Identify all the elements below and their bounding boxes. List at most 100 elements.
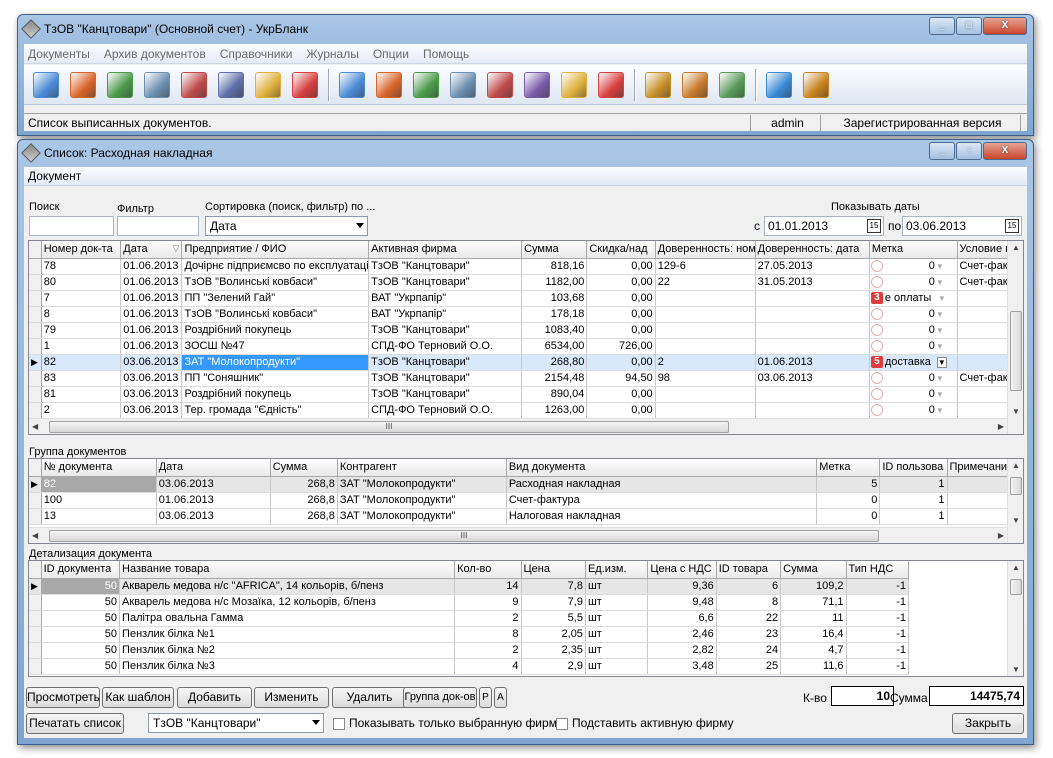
cell-discount[interactable]: 726,00 xyxy=(586,338,656,355)
sort-select[interactable]: Дата xyxy=(205,216,368,236)
cell-company[interactable]: Тер. громада "Єдність" xyxy=(181,402,370,419)
detail-cell[interactable]: Палітра овальна Гамма xyxy=(119,610,456,627)
table-row[interactable]: ▶ 82 03.06.2013 268,8 ЗАТ "Молокопродукти" Ра… xyxy=(29,476,1023,493)
detail-cell[interactable]: 16,4 xyxy=(780,626,847,643)
cell-sum[interactable]: 178,18 xyxy=(521,306,588,323)
cell-active-firm[interactable]: ВАТ "Укрпапір" xyxy=(368,290,523,307)
cell-mark[interactable]: 0▼ xyxy=(869,338,958,355)
group-cell[interactable]: ЗАТ "Молокопродукти" xyxy=(337,492,507,509)
detail-cell[interactable]: Акварель медова н/с Мозаїка, 12 кольорів… xyxy=(119,594,456,611)
group-docs-button[interactable]: Группа док-ов xyxy=(403,687,477,708)
group-cell[interactable]: 01.06.2013 xyxy=(156,492,271,509)
detail-cell[interactable]: 2 xyxy=(454,642,522,659)
cell-sum[interactable]: 6534,00 xyxy=(521,338,588,355)
cell-active-firm[interactable]: ТзОВ "Канцтовари" xyxy=(368,354,523,371)
delete-button[interactable]: Удалить xyxy=(332,687,407,708)
cell-proxy-date[interactable]: 01.06.2013 xyxy=(755,354,870,371)
cell-company[interactable]: Роздрібний покупець xyxy=(181,386,370,403)
detail-cell[interactable]: 9,48 xyxy=(647,594,717,611)
add-button[interactable]: Добавить xyxy=(177,687,252,708)
cell-proxy-date[interactable] xyxy=(755,322,870,339)
cell-number[interactable]: 82 xyxy=(41,354,122,371)
group-cell[interactable]: 100 xyxy=(41,492,157,509)
detail-cell[interactable]: 8 xyxy=(454,626,522,643)
detail-cell[interactable]: 4 xyxy=(454,658,522,675)
detail-cell[interactable]: -1 xyxy=(846,626,910,643)
checkmark-document-icon[interactable] xyxy=(289,69,321,101)
detail-cell[interactable]: 7,9 xyxy=(521,594,586,611)
detail-cell[interactable]: 2,82 xyxy=(647,642,717,659)
list-close-window-button[interactable]: X xyxy=(983,142,1027,160)
cell-discount[interactable]: 0,00 xyxy=(586,306,656,323)
a-button[interactable]: А xyxy=(494,687,507,708)
group-column-header[interactable]: № документа xyxy=(41,459,157,477)
detail-cell[interactable]: Пензлик білка №3 xyxy=(119,658,456,675)
group-cell[interactable]: 13 xyxy=(41,508,157,525)
cell-number[interactable]: 1 xyxy=(41,338,122,355)
cell-mark[interactable]: 0▼ xyxy=(869,386,958,403)
cell-discount[interactable]: 0,00 xyxy=(586,402,656,419)
sign-icon[interactable] xyxy=(521,69,553,101)
truck-2-icon[interactable] xyxy=(447,69,479,101)
detail-cell[interactable]: 22 xyxy=(716,610,782,627)
cell-active-firm[interactable]: ВАТ "Укрпапір" xyxy=(368,306,523,323)
calculator-icon[interactable] xyxy=(104,69,136,101)
cell-date[interactable]: 01.06.2013 xyxy=(120,258,183,275)
calculator-2-icon[interactable] xyxy=(410,69,442,101)
cell-proxy-number[interactable]: 2 xyxy=(655,354,756,371)
main-titlebar[interactable]: ТзОВ "Канцтовари" (Основной счет) - УкрБ… xyxy=(18,15,1033,43)
minimize-button[interactable]: _ xyxy=(929,17,955,35)
cell-proxy-number[interactable] xyxy=(655,386,756,403)
detail-cell[interactable]: 9,36 xyxy=(647,578,717,595)
detail-cell[interactable]: 11 xyxy=(780,610,847,627)
cell-proxy-date[interactable] xyxy=(755,386,870,403)
exit-door-icon[interactable] xyxy=(800,69,832,101)
group-cell[interactable]: 268,8 xyxy=(270,508,338,525)
detail-cell[interactable]: 4,7 xyxy=(780,642,847,659)
detail-cell[interactable]: -1 xyxy=(846,610,910,627)
detail-cell[interactable]: -1 xyxy=(846,642,910,659)
cell-proxy-date[interactable] xyxy=(755,290,870,307)
detail-cell[interactable]: 50 xyxy=(41,610,121,627)
detail-cell[interactable]: шт xyxy=(585,658,649,675)
group-cell[interactable]: 03.06.2013 xyxy=(156,508,271,525)
cell-active-firm[interactable]: ТзОВ "Канцтовари" xyxy=(368,386,523,403)
table-row[interactable]: 1 01.06.2013 ЗОСШ №47 СПД-ФО Терновий О.О. 6… xyxy=(29,338,1023,355)
cell-proxy-number[interactable]: 129-6 xyxy=(655,258,756,275)
maximize-button[interactable]: □ xyxy=(956,17,982,35)
cell-number[interactable]: 79 xyxy=(41,322,122,339)
cell-number[interactable]: 78 xyxy=(41,258,122,275)
chevron-down-icon[interactable]: ▼ xyxy=(935,278,945,287)
detail-cell[interactable]: 7,8 xyxy=(521,578,586,595)
detail-cell[interactable]: 50 xyxy=(41,642,121,659)
truck-delete-icon[interactable] xyxy=(178,69,210,101)
cell-company[interactable]: Дочірнє підприємсво по експлуатаці xyxy=(181,258,370,275)
cell-active-firm[interactable]: ТзОВ "Канцтовари" xyxy=(368,370,523,387)
docs-column-header[interactable]: Доверенность: дата xyxy=(755,241,870,259)
cell-company[interactable]: ТзОВ "Волинські ковбаси" xyxy=(181,274,370,291)
user-document-icon[interactable] xyxy=(252,69,284,101)
menu-item[interactable]: Опции xyxy=(373,47,409,61)
docs-column-header[interactable]: Метка xyxy=(869,241,958,259)
cell-date[interactable]: 03.06.2013 xyxy=(120,386,183,403)
detail-column-header[interactable]: ID документа xyxy=(41,561,121,579)
checkmark-document-2-icon[interactable] xyxy=(595,69,627,101)
table-row[interactable]: 80 01.06.2013 ТзОВ "Волинські ковбаси" ТзОВ… xyxy=(29,274,1023,291)
table-row[interactable]: 50 Пензлик білка №1 8 2,05 шт 2,46 23 16,4 -1 xyxy=(29,626,910,643)
menu-item[interactable]: Журналы xyxy=(306,47,358,61)
docs-column-header[interactable]: Сумма xyxy=(521,241,588,259)
filter-input[interactable] xyxy=(117,216,199,236)
list-restore-button[interactable]: ▫ xyxy=(956,142,982,160)
cell-company[interactable]: ЗОСШ №47 xyxy=(181,338,370,355)
firm-select[interactable]: ТзОВ "Канцтовари" xyxy=(148,713,324,733)
chevron-down-icon[interactable]: ▼ xyxy=(935,310,945,319)
cell-proxy-number[interactable] xyxy=(655,306,756,323)
docs-column-header[interactable]: Скидка/над xyxy=(586,241,656,259)
search-input[interactable] xyxy=(29,216,114,236)
detail-cell[interactable]: 11,6 xyxy=(780,658,847,675)
cell-company[interactable]: Роздрібний покупець xyxy=(181,322,370,339)
cell-proxy-date[interactable]: 31.05.2013 xyxy=(755,274,870,291)
group-horizontal-scrollbar[interactable]: ◀ III ▶ xyxy=(29,527,1007,543)
detail-cell[interactable]: 2,46 xyxy=(647,626,717,643)
menu-item[interactable]: Архив документов xyxy=(104,47,206,61)
